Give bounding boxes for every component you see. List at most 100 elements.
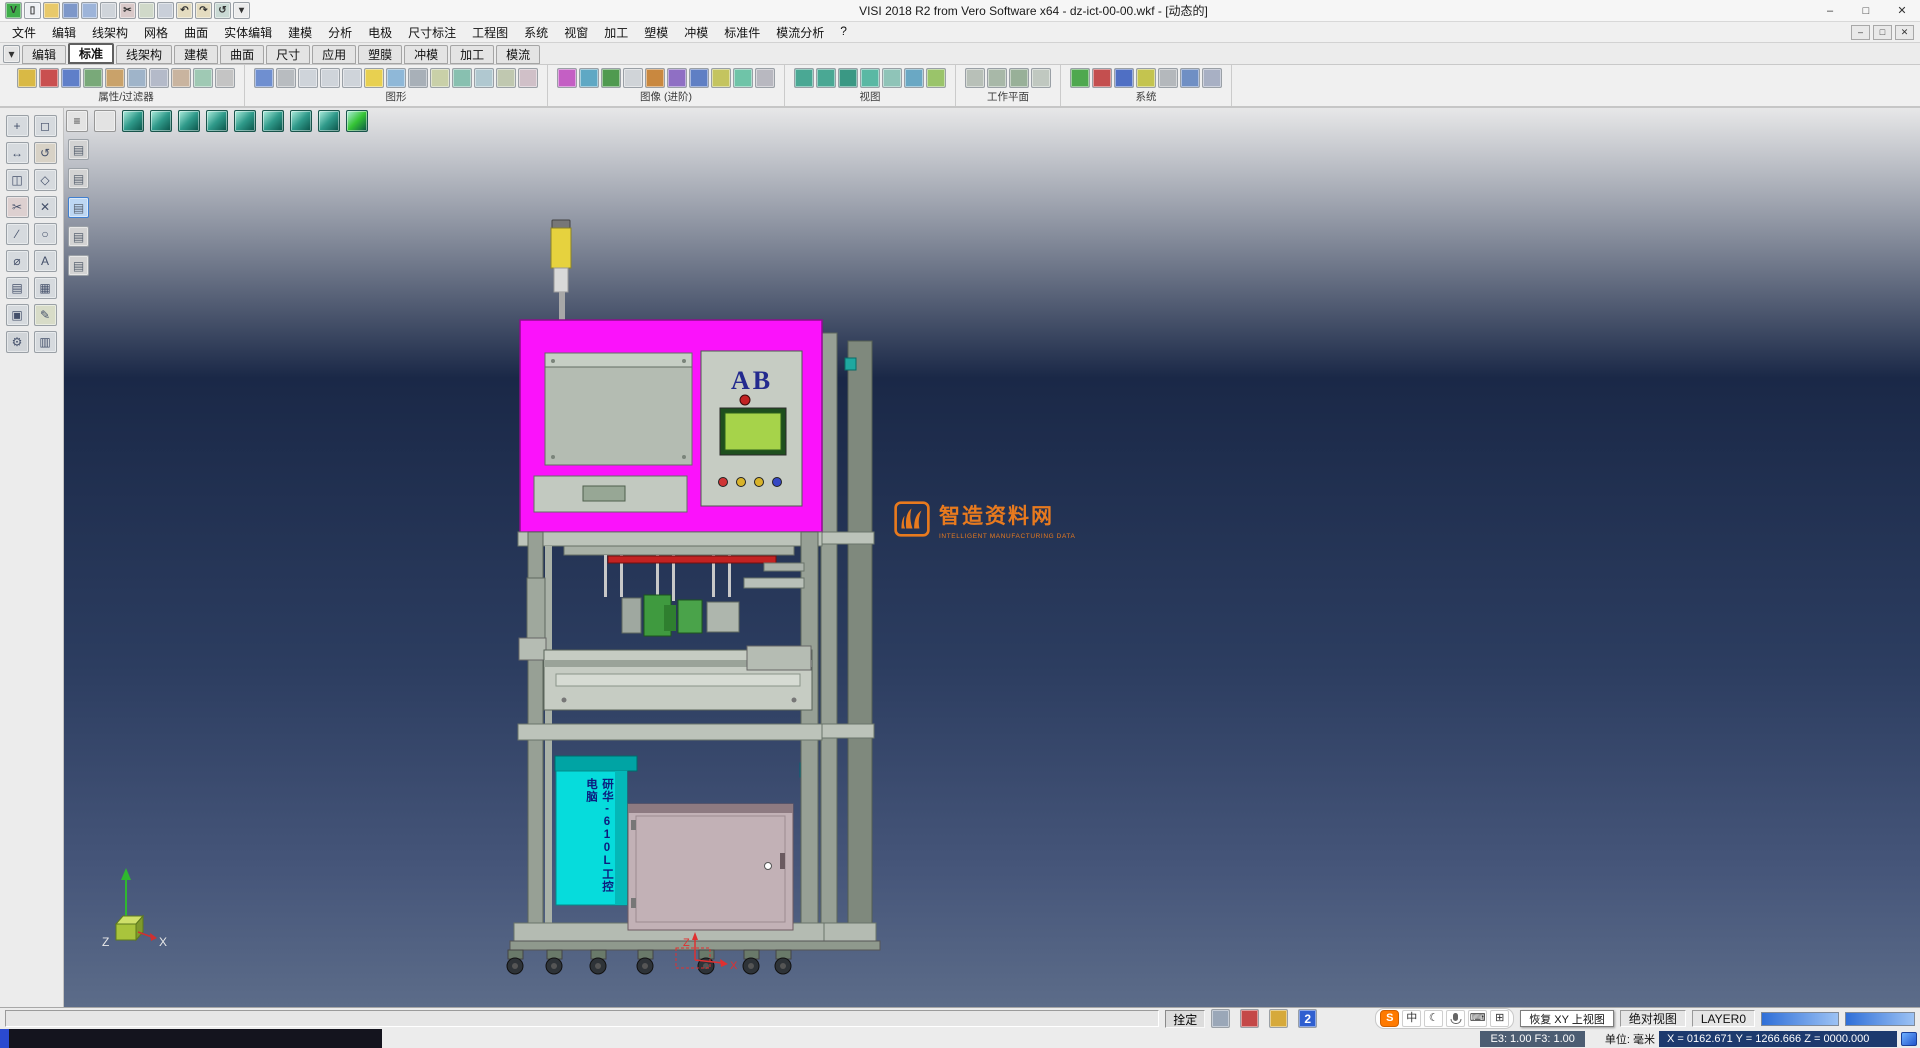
viewport-3d[interactable]: AB (64, 108, 1920, 1007)
view-previous-icon[interactable] (904, 68, 924, 88)
surface-filter-icon[interactable] (171, 68, 191, 88)
section-icon[interactable] (430, 68, 450, 88)
toolbar-options-icon[interactable]: ▾ (233, 2, 250, 19)
render-icon[interactable] (557, 68, 577, 88)
view-front-icon[interactable] (816, 68, 836, 88)
gallery-icon[interactable] (667, 68, 687, 88)
light-icon[interactable] (364, 68, 384, 88)
erase-icon[interactable]: ✕ (34, 196, 57, 218)
view-rotate-icon[interactable] (860, 68, 880, 88)
calculator-icon[interactable] (1202, 68, 1222, 88)
menu-modeling[interactable]: 建模 (280, 22, 320, 43)
view-cube-iso-icon[interactable] (122, 110, 144, 132)
color-filter-icon[interactable] (39, 68, 59, 88)
minimize-button[interactable]: – (1812, 0, 1848, 21)
menu-flow-analysis[interactable]: 模流分析 (768, 22, 832, 43)
palette-icon[interactable] (1136, 68, 1156, 88)
tab-dimension[interactable]: 尺寸 (266, 45, 310, 64)
view-refresh-icon[interactable] (926, 68, 946, 88)
view-cube-top-icon[interactable] (150, 110, 172, 132)
view-iso-icon[interactable] (838, 68, 858, 88)
menu-window[interactable]: 视窗 (556, 22, 596, 43)
grid-icon[interactable] (1070, 68, 1090, 88)
paste-icon[interactable] (157, 2, 174, 19)
mdi-restore-button[interactable]: □ (1873, 25, 1892, 40)
mdi-minimize-button[interactable]: – (1851, 25, 1870, 40)
tab-machining[interactable]: 加工 (450, 45, 494, 64)
print-image-icon[interactable] (755, 68, 775, 88)
view-blank-icon[interactable] (94, 110, 116, 132)
view-cube-front-icon[interactable] (178, 110, 200, 132)
select-icon[interactable]: + (6, 115, 29, 137)
plane-list-icon-1[interactable]: ▤ (68, 139, 89, 160)
redraw-icon[interactable] (496, 68, 516, 88)
menu-file[interactable]: 文件 (4, 22, 44, 43)
edges-icon[interactable] (408, 68, 428, 88)
animation-icon[interactable] (645, 68, 665, 88)
tab-mold[interactable]: 塑膜 (358, 45, 402, 64)
corner-app-icon[interactable] (1901, 1032, 1917, 1046)
layers-list-icon[interactable]: ▤ (6, 277, 29, 299)
help-2-icon[interactable]: 2 (1298, 1009, 1317, 1028)
layers-icon[interactable] (1114, 68, 1134, 88)
view-cube-shaded-icon[interactable] (346, 110, 368, 132)
snapshot-icon[interactable] (623, 68, 643, 88)
menu-wireframe[interactable]: 线架构 (84, 22, 136, 43)
menu-die[interactable]: 冲模 (676, 22, 716, 43)
tab-edit[interactable]: 编辑 (22, 45, 66, 64)
doc-state-icon[interactable] (1211, 1009, 1230, 1028)
lock-button[interactable]: 拴定 (1165, 1010, 1205, 1028)
zoom-extents-icon[interactable] (474, 68, 494, 88)
compare-icon[interactable] (733, 68, 753, 88)
view-cube-left-icon[interactable] (262, 110, 284, 132)
view-mode-indicator[interactable]: 绝对视图 (1620, 1010, 1686, 1027)
menu-solid-edit[interactable]: 实体编辑 (216, 22, 280, 43)
refresh-icon[interactable]: ↺ (214, 2, 231, 19)
info-icon[interactable] (1180, 68, 1200, 88)
dynamic-rotate-icon[interactable] (452, 68, 472, 88)
viewport-menu-icon[interactable]: ≡ (66, 110, 88, 132)
menu-surface[interactable]: 曲面 (176, 22, 216, 43)
tab-list-dropdown[interactable]: ▾ (3, 45, 20, 63)
cut-icon[interactable]: ✂ (119, 2, 136, 19)
plane-list-icon-5[interactable]: ▤ (68, 255, 89, 276)
snap-icon[interactable] (1092, 68, 1112, 88)
ime-keyboard-icon[interactable]: ⌨ (1468, 1010, 1487, 1027)
notes-icon[interactable] (1269, 1009, 1288, 1028)
tab-flow[interactable]: 模流 (496, 45, 540, 64)
print-icon[interactable] (100, 2, 117, 19)
texture-icon[interactable] (579, 68, 599, 88)
gear-icon[interactable]: ⚙ (6, 331, 29, 353)
line-icon[interactable]: ∕ (6, 223, 29, 245)
ime-mic-icon[interactable] (1446, 1010, 1465, 1027)
zoom-window-icon[interactable]: ◻ (34, 115, 57, 137)
type-filter-icon[interactable] (83, 68, 103, 88)
ime-halfmoon-icon[interactable]: ☾ (1424, 1010, 1443, 1027)
save-all-icon[interactable] (81, 2, 98, 19)
plane-list-icon-2[interactable]: ▤ (68, 168, 89, 189)
clipboard-icon[interactable]: ▥ (34, 331, 57, 353)
visi-logo-icon[interactable]: V (5, 2, 22, 19)
scale-icon[interactable]: ◇ (34, 169, 57, 191)
solid-filter-icon[interactable] (149, 68, 169, 88)
menu-machining[interactable]: 加工 (596, 22, 636, 43)
menu-help[interactable]: ? (832, 22, 855, 43)
menu-drawing[interactable]: 工程图 (464, 22, 516, 43)
menu-dimension[interactable]: 尺寸标注 (400, 22, 464, 43)
menu-standard-parts[interactable]: 标准件 (716, 22, 768, 43)
tab-modeling[interactable]: 建模 (174, 45, 218, 64)
transparency-icon[interactable] (386, 68, 406, 88)
rotate-icon[interactable]: ↺ (34, 142, 57, 164)
sogou-logo-icon[interactable]: S (1380, 1010, 1399, 1027)
hide-show-icon[interactable] (518, 68, 538, 88)
redo-icon[interactable]: ↷ (195, 2, 212, 19)
workplane-view-icon[interactable] (1009, 68, 1029, 88)
options-icon[interactable] (1158, 68, 1178, 88)
view-top-icon[interactable] (794, 68, 814, 88)
undo-icon[interactable]: ↶ (176, 2, 193, 19)
pen-icon[interactable]: ✎ (34, 304, 57, 326)
wire-filter-icon[interactable] (193, 68, 213, 88)
menu-system[interactable]: 系统 (516, 22, 556, 43)
cylinder-a-icon[interactable] (298, 68, 318, 88)
layer-indicator[interactable]: LAYER0 (1692, 1010, 1755, 1027)
